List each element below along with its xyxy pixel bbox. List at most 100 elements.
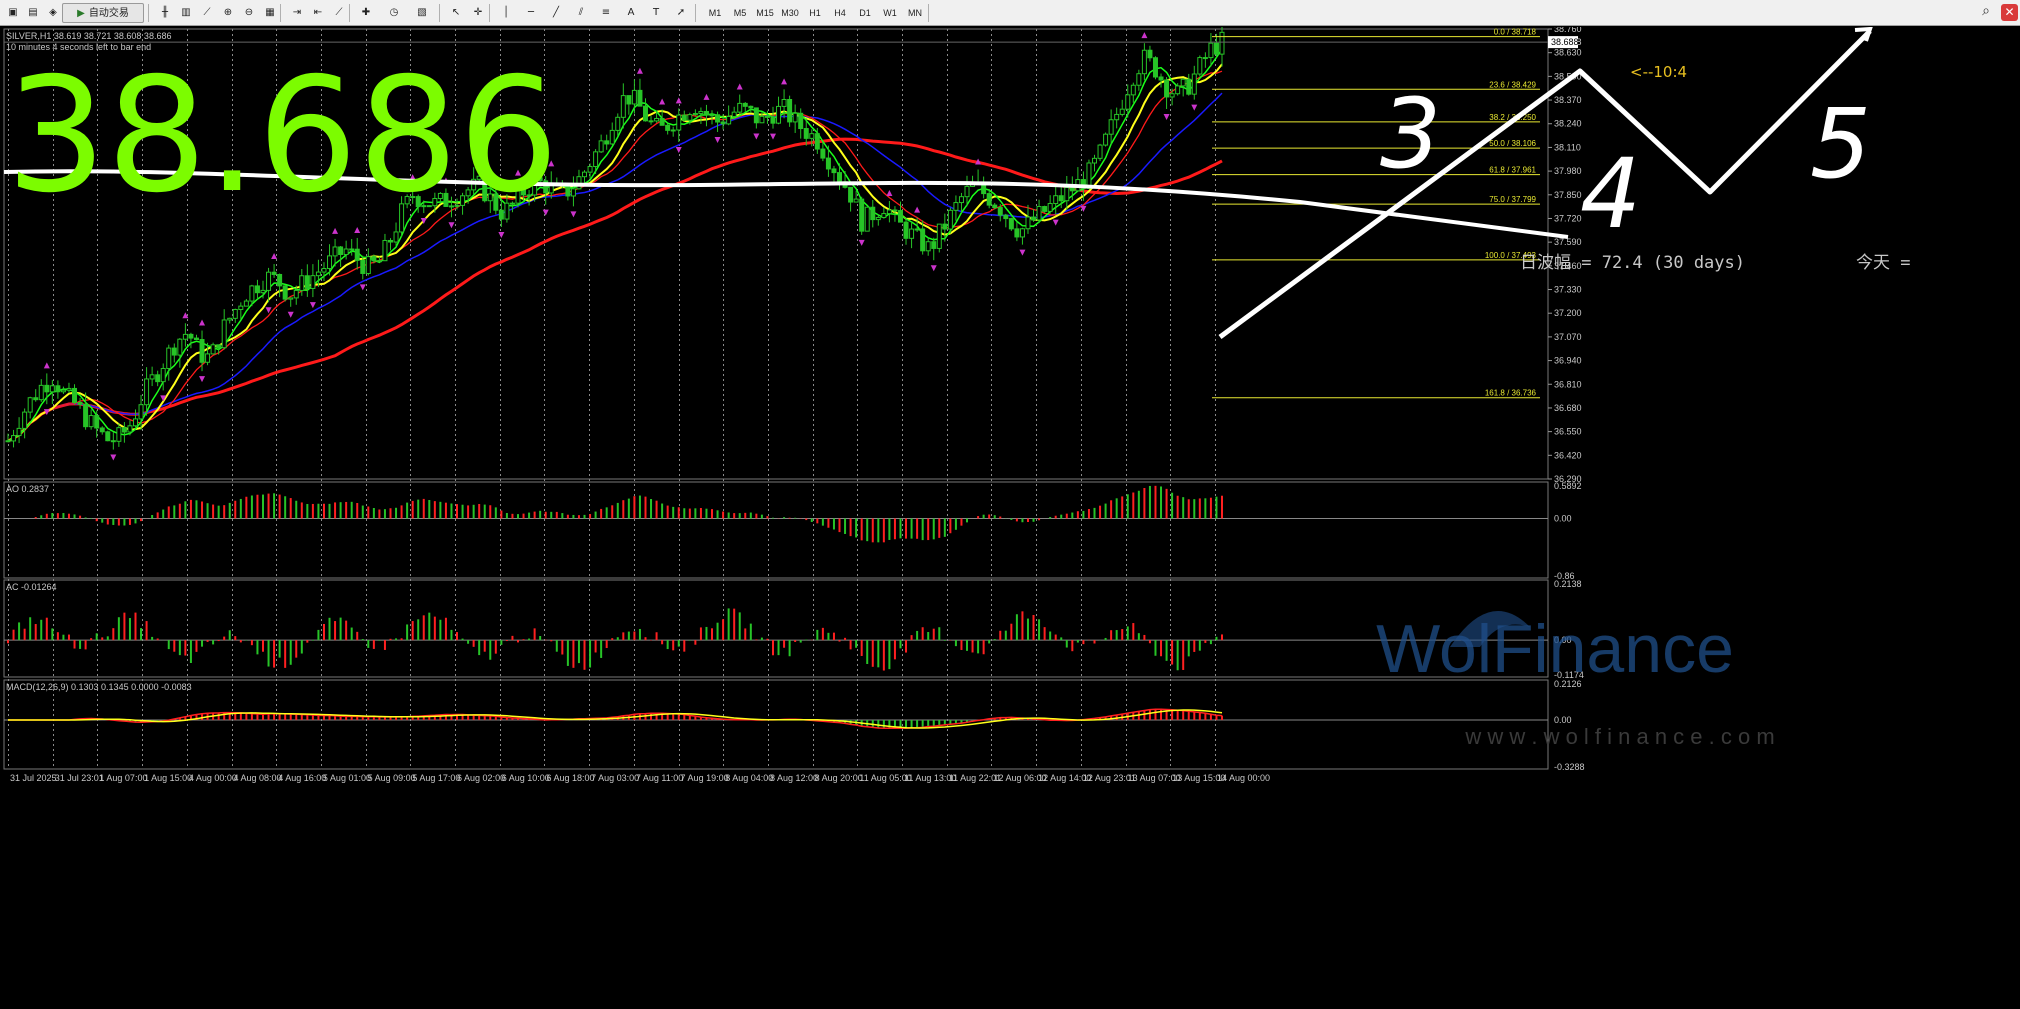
- cursor-icon[interactable]: ↖: [445, 3, 467, 23]
- candle-body: [254, 285, 260, 294]
- candle-body: [897, 210, 903, 223]
- indicators-icon[interactable]: ✚: [355, 3, 377, 23]
- toolbar-separator: [349, 4, 350, 22]
- line-chart-icon[interactable]: ⟋: [328, 3, 350, 23]
- candle-body: [859, 198, 865, 232]
- candle-body: [631, 89, 637, 105]
- candle-body: [1053, 195, 1059, 205]
- candlestick-icon[interactable]: ▥: [175, 3, 197, 23]
- candle-body: [992, 204, 998, 209]
- open-icon[interactable]: ▤: [22, 3, 44, 23]
- templates-icon[interactable]: ▧: [411, 3, 433, 23]
- candle-body: [60, 389, 66, 393]
- candle-body: [160, 367, 166, 383]
- timeframe-h1[interactable]: H1: [803, 3, 827, 23]
- timeframe-m5[interactable]: M5: [728, 3, 752, 23]
- timeframe-d1[interactable]: D1: [853, 3, 877, 23]
- chart-area[interactable]: 38.76038.68838.63038.50038.37038.24038.1…: [0, 27, 2020, 1009]
- x-tick-label: 8 Aug 12:00: [770, 773, 818, 783]
- x-tick-label: 31 Jul 23:01: [55, 773, 104, 783]
- wave-label-4: 4: [1580, 138, 1641, 250]
- crosshair-icon[interactable]: ✛: [467, 3, 489, 23]
- toolbar-separator: [928, 4, 929, 22]
- periods-icon[interactable]: ◷: [383, 3, 405, 23]
- candle-body: [44, 384, 50, 393]
- arrows-icon[interactable]: ➚: [670, 3, 692, 23]
- x-tick-label: 5 Aug 17:00: [412, 773, 460, 783]
- y-tick-label: 38.630: [1554, 48, 1582, 58]
- x-tick-label: 7 Aug 11:00: [636, 773, 683, 783]
- candle-body: [49, 385, 55, 393]
- candle-body: [642, 105, 648, 122]
- candle-body: [166, 347, 172, 369]
- timeframe-mn[interactable]: MN: [903, 3, 927, 23]
- search-icon[interactable]: ⌕: [1982, 3, 1990, 19]
- candle-body: [615, 116, 621, 131]
- toolbar-separator: [695, 4, 696, 22]
- candle-body: [1103, 133, 1109, 146]
- candle-body: [570, 188, 576, 197]
- candle-body: [798, 112, 804, 130]
- candle-body: [820, 148, 826, 159]
- daily-range-text: 日波幅 = 72.4 (30 days): [1520, 253, 1745, 273]
- timeframe-w1[interactable]: W1: [878, 3, 902, 23]
- fib-label: 75.0 / 37.799: [1489, 195, 1536, 204]
- candle-body: [637, 89, 643, 107]
- timeframe-m1[interactable]: M1: [703, 3, 727, 23]
- candle-body: [1003, 214, 1009, 220]
- zoom-out-icon[interactable]: ⊖: [238, 3, 260, 23]
- y-tick-label: 36.940: [1554, 356, 1582, 366]
- close-icon[interactable]: ✕: [2001, 4, 2018, 21]
- auto-trade-button[interactable]: ▶ 自动交易: [62, 3, 144, 23]
- candle-body: [33, 397, 39, 401]
- candle-body: [221, 319, 227, 349]
- candle-body: [310, 275, 316, 289]
- equidistant-channel-icon[interactable]: ⫽: [570, 3, 592, 23]
- vertical-line-icon[interactable]: │: [495, 3, 517, 23]
- y-tick-label: 36.810: [1554, 379, 1582, 389]
- fractal-down: [769, 133, 776, 140]
- candle-body: [332, 246, 338, 257]
- horizontal-line-icon[interactable]: ─: [520, 3, 542, 23]
- candle-body: [16, 427, 22, 437]
- zoom-in-icon[interactable]: ⊕: [217, 3, 239, 23]
- bar-chart-icon[interactable]: ╫: [154, 3, 176, 23]
- text-icon[interactable]: A: [620, 3, 642, 23]
- candle-body: [266, 271, 272, 291]
- fractal-down: [1191, 104, 1198, 111]
- timeframe-h4[interactable]: H4: [828, 3, 852, 23]
- candle-body: [193, 337, 199, 341]
- chart-shift-icon[interactable]: ⇤: [307, 3, 329, 23]
- tile-windows-icon[interactable]: ▦: [259, 3, 281, 23]
- x-tick-label: 8 Aug 20:00: [815, 773, 863, 783]
- text-label-icon[interactable]: T: [645, 3, 667, 23]
- fractal-down: [309, 302, 316, 309]
- timeframe-m15[interactable]: M15: [753, 3, 777, 23]
- fib-label: 161.8 / 36.736: [1485, 389, 1537, 398]
- fib-label: 23.6 / 38.429: [1489, 80, 1536, 89]
- candle-body: [626, 95, 632, 105]
- profiles-icon[interactable]: ◈: [42, 3, 64, 23]
- candle-body: [288, 297, 294, 300]
- candle-body: [138, 404, 144, 420]
- trendline-icon[interactable]: ╱: [545, 3, 567, 23]
- x-tick-label: 6 Aug 10:00: [502, 773, 550, 783]
- panel-label: AO 0.2837: [6, 484, 49, 494]
- autoscroll-icon[interactable]: ⇥: [286, 3, 308, 23]
- fractal-up: [43, 362, 50, 369]
- x-tick-label: 1 Aug 15:00: [144, 773, 192, 783]
- candle-body: [83, 403, 89, 428]
- candle-body: [1108, 119, 1114, 135]
- fibonacci-icon[interactable]: ≡: [595, 3, 617, 23]
- line-chart-icon[interactable]: ⟋: [196, 3, 218, 23]
- new-chart-icon[interactable]: ▣: [2, 3, 24, 23]
- panel-frame: [3, 679, 1549, 770]
- candle-body: [22, 411, 28, 429]
- candle-body: [892, 209, 898, 212]
- symbol-header: SILVER,H1 38.619 38.721 38.608 38.686: [6, 31, 171, 41]
- auto-trade-icon: ▶: [77, 8, 85, 19]
- timeframe-m30[interactable]: M30: [778, 3, 802, 23]
- candle-body: [338, 246, 344, 255]
- candle-body: [1175, 85, 1181, 95]
- candle-body: [781, 98, 787, 107]
